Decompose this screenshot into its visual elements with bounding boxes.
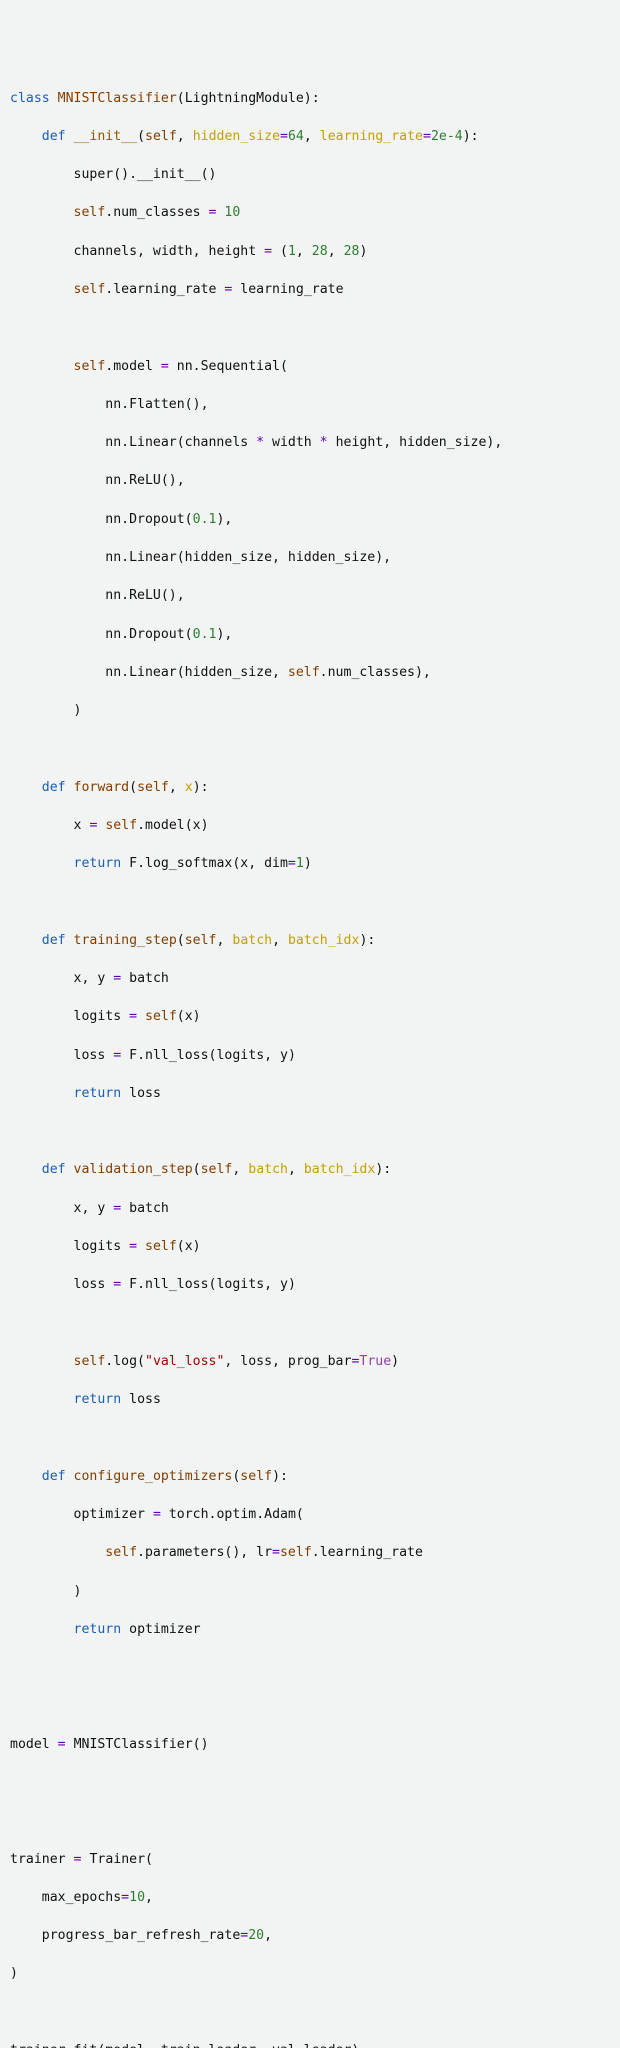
code-line: trainer.fit(model, train_loader, val_loa… <box>10 2041 610 2048</box>
code-line: nn.Linear(hidden_size, hidden_size), <box>10 548 610 567</box>
code-line: return loss <box>10 1390 610 1409</box>
code-line: x = self.model(x) <box>10 816 610 835</box>
code-line: ) <box>10 1582 610 1601</box>
code-line: x, y = batch <box>10 1199 610 1218</box>
code-line: nn.Dropout(0.1), <box>10 510 610 529</box>
code-line <box>10 1696 610 1715</box>
code-line <box>10 1428 610 1447</box>
code-line: return loss <box>10 1084 610 1103</box>
code-line: self.parameters(), lr=self.learning_rate <box>10 1543 610 1562</box>
code-line: model = MNISTClassifier() <box>10 1735 610 1754</box>
code-line: return optimizer <box>10 1620 610 1639</box>
code-line: ) <box>10 1964 610 1983</box>
code-line: ) <box>10 701 610 720</box>
code-line: def training_step(self, batch, batch_idx… <box>10 931 610 950</box>
code-line: nn.ReLU(), <box>10 586 610 605</box>
code-line: nn.Linear(channels * width * height, hid… <box>10 433 610 452</box>
code-line: logits = self(x) <box>10 1237 610 1256</box>
code-line <box>10 1658 610 1677</box>
code-line: max_epochs=10, <box>10 1888 610 1907</box>
code-line <box>10 739 610 758</box>
code-line <box>10 1811 610 1830</box>
code-line: x, y = batch <box>10 969 610 988</box>
code-line: optimizer = torch.optim.Adam( <box>10 1505 610 1524</box>
code-line: nn.Flatten(), <box>10 395 610 414</box>
code-line: class MNISTClassifier(LightningModule): <box>10 89 610 108</box>
code-line: def __init__(self, hidden_size=64, learn… <box>10 127 610 146</box>
code-line: self.learning_rate = learning_rate <box>10 280 610 299</box>
code-line: return F.log_softmax(x, dim=1) <box>10 854 610 873</box>
code-line: nn.ReLU(), <box>10 471 610 490</box>
code-line <box>10 2003 610 2022</box>
code-line: def configure_optimizers(self): <box>10 1467 610 1486</box>
code-line <box>10 892 610 911</box>
code-line: def forward(self, x): <box>10 778 610 797</box>
code-line: self.num_classes = 10 <box>10 203 610 222</box>
code-line <box>10 1122 610 1141</box>
code-line <box>10 318 610 337</box>
code-line: progress_bar_refresh_rate=20, <box>10 1926 610 1945</box>
code-block: class MNISTClassifier(LightningModule): … <box>10 89 610 2048</box>
code-line: super().__init__() <box>10 165 610 184</box>
code-line: def validation_step(self, batch, batch_i… <box>10 1160 610 1179</box>
code-line: nn.Dropout(0.1), <box>10 625 610 644</box>
code-line <box>10 1773 610 1792</box>
code-line: trainer = Trainer( <box>10 1850 610 1869</box>
code-line: loss = F.nll_loss(logits, y) <box>10 1275 610 1294</box>
code-line: loss = F.nll_loss(logits, y) <box>10 1046 610 1065</box>
code-line: self.log("val_loss", loss, prog_bar=True… <box>10 1352 610 1371</box>
code-line: self.model = nn.Sequential( <box>10 357 610 376</box>
code-line: channels, width, height = (1, 28, 28) <box>10 242 610 261</box>
code-line <box>10 1314 610 1333</box>
code-line: nn.Linear(hidden_size, self.num_classes)… <box>10 663 610 682</box>
